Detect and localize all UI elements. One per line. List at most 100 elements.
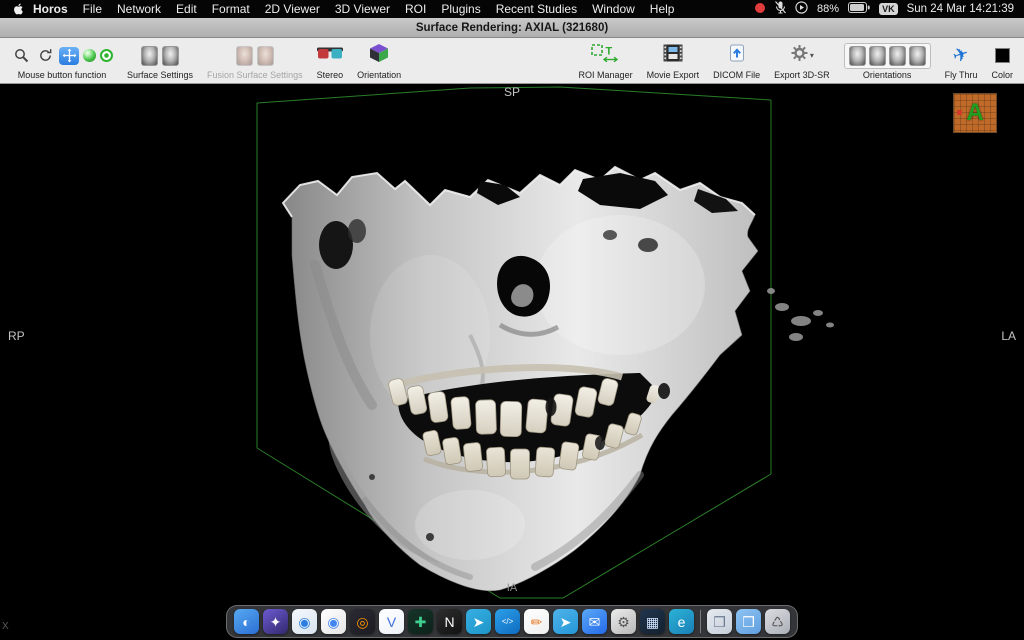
play-circle-icon[interactable] bbox=[795, 1, 808, 17]
chrome-icon: ◉ bbox=[327, 615, 339, 629]
finder-icon: ◐ bbox=[242, 615, 250, 629]
surface-settings-button[interactable]: Surface Settings bbox=[120, 40, 200, 82]
dock: ◐✦◉◉◎V✚N➤</>✏➤✉⚙▦e❒❒♺ bbox=[226, 605, 798, 638]
safari-icon: ◉ bbox=[298, 615, 310, 629]
orientation-thumbnail-marker bbox=[957, 110, 962, 115]
dock-app-edge[interactable]: e bbox=[669, 609, 694, 634]
menu-item-window[interactable]: Window bbox=[592, 2, 635, 16]
dock-app-downloads-folder[interactable]: ❒ bbox=[736, 609, 761, 634]
fusion-surface-settings-label: Fusion Surface Settings bbox=[207, 70, 303, 80]
menu-item-network[interactable]: Network bbox=[117, 2, 161, 16]
dock-app-mail[interactable]: ✉ bbox=[582, 609, 607, 634]
stereo-glasses-icon bbox=[317, 46, 343, 65]
input-source-badge[interactable]: VK bbox=[879, 3, 898, 15]
menu-item-recent-studies[interactable]: Recent Studies bbox=[496, 2, 577, 16]
orientation-thumbnail[interactable]: A bbox=[953, 93, 997, 133]
fly-thru-plane-icon: ✈ bbox=[951, 44, 972, 67]
dev-tool-icon: ✚ bbox=[415, 615, 427, 629]
dock-app-chrome[interactable]: ◉ bbox=[321, 609, 346, 634]
move-tool-button[interactable] bbox=[59, 47, 79, 65]
orientation-sagittal-left-icon[interactable] bbox=[889, 46, 906, 66]
telegram-icon: ➤ bbox=[560, 615, 572, 629]
dock-app-trash[interactable]: ♺ bbox=[765, 609, 790, 634]
menu-item-file[interactable]: File bbox=[83, 2, 102, 16]
orientation-cube-icon bbox=[369, 43, 389, 68]
dock-app-notes-app[interactable]: N bbox=[437, 609, 462, 634]
draw-app-icon: ✏ bbox=[531, 615, 543, 629]
orientation-label: Orientation bbox=[357, 70, 401, 80]
orientations-group[interactable]: Orientations bbox=[837, 40, 938, 82]
movie-export-label: Movie Export bbox=[647, 70, 700, 80]
mouse-group-label: Mouse button function bbox=[18, 70, 107, 80]
dicom-file-button[interactable]: DICOM File bbox=[706, 40, 767, 82]
dock-app-messenger[interactable]: ➤ bbox=[466, 609, 491, 634]
dock-app-settings[interactable]: ⚙ bbox=[611, 609, 636, 634]
rotate-tool-icon[interactable] bbox=[35, 47, 55, 65]
skull-surface bbox=[283, 167, 834, 591]
menu-bar: Horos File Network Edit Format 2D Viewer 3D V… bbox=[0, 0, 1024, 18]
window-title-bar[interactable]: Surface Rendering: AXIAL (321680) bbox=[0, 18, 1024, 38]
dock-app-app-grid[interactable]: ▦ bbox=[640, 609, 665, 634]
3d-viewport[interactable]: SP RP LA IA X A bbox=[0, 85, 1024, 640]
dock-app-passwords[interactable]: ✦ bbox=[263, 609, 288, 634]
dock-app-finder[interactable]: ◐ bbox=[234, 609, 259, 634]
edge-icon: e bbox=[678, 615, 686, 629]
dock-separator bbox=[700, 610, 701, 633]
orientation-label-left-anterior: LA bbox=[1001, 329, 1016, 343]
movie-export-button[interactable]: Movie Export bbox=[640, 40, 707, 82]
export-3d-sr-chevron-icon: ▾ bbox=[810, 51, 814, 60]
roi-manager-label: ROI Manager bbox=[579, 70, 633, 80]
files-window-icon: ❒ bbox=[713, 615, 726, 629]
menu-status-area: 88% VK Sun 24 Mar 14:21:39 bbox=[754, 1, 1014, 17]
dock-app-vscode[interactable]: </> bbox=[495, 609, 520, 634]
toolbar-spacer bbox=[408, 40, 571, 82]
menu-item-2d-viewer[interactable]: 2D Viewer bbox=[265, 2, 320, 16]
orientation-sagittal-right-icon[interactable] bbox=[909, 46, 926, 66]
dock-app-firefox[interactable]: ◎ bbox=[350, 609, 375, 634]
menu-item-3d-viewer[interactable]: 3D Viewer bbox=[335, 2, 390, 16]
stereo-button[interactable]: Stereo bbox=[310, 40, 351, 82]
dock-app-telegram[interactable]: ➤ bbox=[553, 609, 578, 634]
fly-thru-label: Fly Thru bbox=[945, 70, 978, 80]
zoom-tool-icon[interactable] bbox=[11, 47, 31, 65]
orientation-coronal-icon[interactable] bbox=[869, 46, 886, 66]
passwords-icon: ✦ bbox=[270, 615, 282, 629]
orientation-axial-icon[interactable] bbox=[849, 46, 866, 66]
battery-icon[interactable] bbox=[848, 2, 870, 16]
menu-item-help[interactable]: Help bbox=[650, 2, 675, 16]
menu-item-edit[interactable]: Edit bbox=[176, 2, 197, 16]
dock-app-files-window[interactable]: ❒ bbox=[707, 609, 732, 634]
export-3d-sr-label: Export 3D-SR bbox=[774, 70, 830, 80]
orientations-label: Orientations bbox=[863, 70, 912, 80]
mic-muted-icon[interactable] bbox=[775, 1, 786, 17]
orientation-label-superior: SP bbox=[504, 85, 520, 99]
v-app-icon: V bbox=[387, 615, 396, 629]
apple-menu-icon[interactable] bbox=[12, 2, 25, 16]
roi-manager-icon: T bbox=[591, 44, 621, 67]
dock-app-safari[interactable]: ◉ bbox=[292, 609, 317, 634]
screen: Horos File Network Edit Format 2D Viewer 3D V… bbox=[0, 0, 1024, 640]
movie-export-icon bbox=[663, 44, 683, 67]
dock-app-dev-tool[interactable]: ✚ bbox=[408, 609, 433, 634]
export-3d-sr-gear-icon bbox=[790, 44, 809, 67]
dock-app-draw-app[interactable]: ✏ bbox=[524, 609, 549, 634]
export-3d-sr-button[interactable]: ▾ Export 3D-SR bbox=[767, 40, 837, 82]
menu-clock[interactable]: Sun 24 Mar 14:21:39 bbox=[907, 3, 1014, 15]
fusion-surface-settings-icon bbox=[236, 46, 253, 66]
menu-item-roi[interactable]: ROI bbox=[405, 2, 426, 16]
rotate-3d-tool-icon[interactable] bbox=[83, 49, 96, 62]
orientation-label-corner: X bbox=[2, 621, 9, 632]
roi-manager-button[interactable]: T ROI Manager bbox=[572, 40, 640, 82]
color-label: Color bbox=[991, 70, 1013, 80]
menu-item-format[interactable]: Format bbox=[212, 2, 250, 16]
dock-app-v-app[interactable]: V bbox=[379, 609, 404, 634]
fly-thru-button[interactable]: ✈ Fly Thru bbox=[938, 40, 985, 82]
orientation-button[interactable]: Orientation bbox=[350, 40, 408, 82]
menu-item-plugins[interactable]: Plugins bbox=[441, 2, 480, 16]
surface-settings-label: Surface Settings bbox=[127, 70, 193, 80]
firefox-icon: ◎ bbox=[356, 615, 368, 629]
app-menu-title[interactable]: Horos bbox=[33, 2, 68, 16]
record-status-icon[interactable] bbox=[754, 2, 766, 17]
target-tool-icon[interactable] bbox=[100, 49, 113, 62]
color-button[interactable]: Color bbox=[984, 40, 1020, 82]
